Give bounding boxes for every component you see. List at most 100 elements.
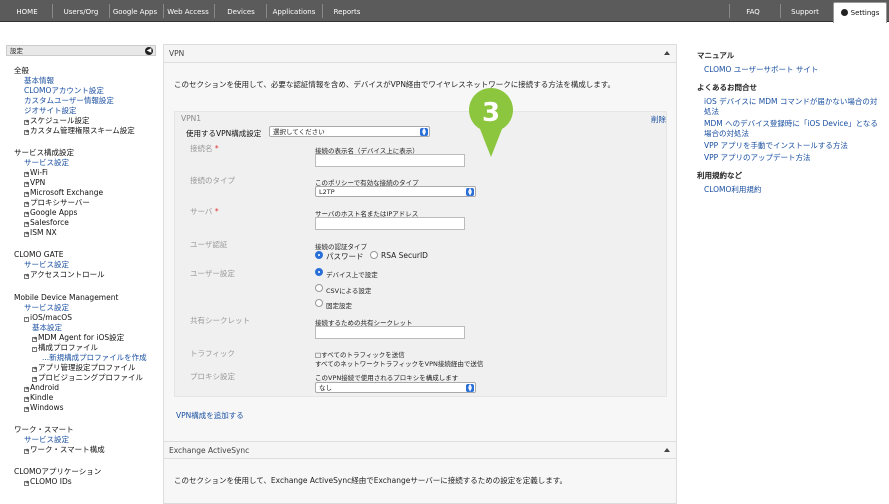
sidebar-item-kindle[interactable]: +Kindle <box>24 393 53 402</box>
auth-hint: 接続の認証タイプ <box>315 243 367 251</box>
sidebar-item-access-control[interactable]: +アクセスコントロール <box>24 270 105 279</box>
faq-link-ios-device-cont[interactable]: 場合の対処法 <box>704 128 749 139</box>
nav-settings-tab[interactable]: Settings <box>833 2 887 23</box>
select-arrow-icon: ▲ ▼ <box>466 188 474 197</box>
faq-link-mdm-command-cont[interactable]: 処法 <box>704 106 719 117</box>
nav-google-apps[interactable]: Google Apps <box>112 0 158 22</box>
auth-label: ユーザ認証 <box>190 240 228 249</box>
user-fixed-radio[interactable] <box>315 299 323 307</box>
exchange-description: このセクションを使用して、Exchange ActiveSync経由でExcha… <box>174 476 568 485</box>
sidebar-item-custom-user-info[interactable]: カスタムユーザー情報設定 <box>24 96 114 105</box>
proxy-hint: このVPN接続で使用されるプロキシを構成します <box>315 374 459 382</box>
terms-link[interactable]: CLOMO利用規約 <box>704 184 761 195</box>
faq-link-vpp-install[interactable]: VPP アプリを手動でインストールする方法 <box>704 140 848 151</box>
select-arrow-icon: ▲ ▼ <box>466 384 474 393</box>
sidebar-item-provisioning[interactable]: +プロビジョニングプロファイル <box>32 373 143 382</box>
sidebar-item-basic-info[interactable]: 基本情報 <box>24 76 54 85</box>
nav-faq[interactable]: FAQ <box>734 0 772 22</box>
sidebar-item-label: CLOMO IDs <box>30 477 72 486</box>
sidebar-item-label: VPN <box>30 178 46 187</box>
sidebar-item-mdm-service[interactable]: サービス設定 <box>24 303 69 312</box>
nav-reports[interactable]: Reports <box>326 0 368 22</box>
user-fixed-label: 固定設定 <box>326 302 352 310</box>
expand-icon[interactable]: + <box>24 397 29 402</box>
conn-type-select[interactable]: L2TP ▲ ▼ <box>315 186 476 197</box>
add-vpn-link[interactable]: VPN構成を追加する <box>176 410 244 421</box>
nav-users-org[interactable]: Users/Org <box>57 0 105 22</box>
expand-icon[interactable]: + <box>24 192 29 197</box>
auth-password-radio[interactable] <box>315 251 323 259</box>
conn-type-label: 接続のタイプ <box>190 176 235 185</box>
vpn-section-header[interactable]: VPN <box>164 45 676 63</box>
user-csv-radio[interactable] <box>315 284 323 292</box>
faq-link-vpp-update[interactable]: VPP アプリのアップデート方法 <box>704 152 811 163</box>
delete-link[interactable]: 削除 <box>651 114 666 125</box>
sidebar-item-worksmart-service[interactable]: サービス設定 <box>24 435 69 444</box>
secret-input[interactable] <box>315 326 465 339</box>
sidebar-item-vpn[interactable]: +VPN <box>24 178 45 187</box>
sidebar-item-mdm-agent[interactable]: +MDM Agent for iOS設定 <box>32 333 124 342</box>
server-input[interactable] <box>315 217 465 230</box>
expand-icon[interactable]: + <box>32 377 37 382</box>
manual-link[interactable]: CLOMO ユーザーサポート サイト <box>704 64 818 75</box>
expand-icon[interactable]: + <box>24 130 29 135</box>
expand-icon[interactable]: + <box>24 212 29 217</box>
nav-applications[interactable]: Applications <box>270 0 318 22</box>
expand-icon[interactable]: + <box>24 407 29 412</box>
sidebar-item-exchange[interactable]: +Microsoft Exchange <box>24 188 103 197</box>
expand-icon[interactable]: + <box>24 274 29 279</box>
required-mark: * <box>214 207 219 216</box>
collapse-icon[interactable]: ◀ <box>145 47 153 55</box>
vpn-type-select[interactable]: 選択してください ▲ ▼ <box>269 126 430 137</box>
sidebar-item-proxy[interactable]: +プロキシサーバー <box>24 198 90 207</box>
conn-name-input[interactable] <box>315 154 465 167</box>
sidebar-item-clomo-ids[interactable]: +CLOMO IDs <box>24 477 72 486</box>
collapse-arrow-icon[interactable] <box>664 51 670 55</box>
expand-icon[interactable]: + <box>24 222 29 227</box>
expand-icon[interactable]: + <box>24 232 29 237</box>
sidebar-item-clomo-account[interactable]: CLOMOアカウント設定 <box>24 86 104 95</box>
sidebar-item-windows[interactable]: +Windows <box>24 403 63 412</box>
expand-icon[interactable]: + <box>24 182 29 187</box>
sidebar-item-ism-nx[interactable]: +ISM NX <box>24 228 57 237</box>
sidebar-item-wifi[interactable]: +Wi-Fi <box>24 168 48 177</box>
collapse-icon[interactable]: - <box>32 347 37 352</box>
auth-rsa-radio[interactable] <box>370 251 378 259</box>
expand-icon[interactable]: + <box>24 172 29 177</box>
sidebar-item-service-settings[interactable]: サービス設定 <box>24 158 69 167</box>
sidebar-item-worksmart-config[interactable]: +ワーク・スマート構成 <box>24 445 105 454</box>
sidebar-item-custom-permission[interactable]: +カスタム管理権限スキーム設定 <box>24 126 135 135</box>
traffic-label: トラフィック <box>190 349 235 358</box>
faq-link-mdm-command[interactable]: iOS デバイスに MDM コマンドが届かない場合の対 <box>704 96 877 107</box>
sidebar-item-basic-settings[interactable]: 基本設定 <box>32 323 62 332</box>
user-device-radio[interactable] <box>315 268 323 276</box>
sidebar-item-label: Windows <box>30 403 64 412</box>
nav-support[interactable]: Support <box>784 0 826 22</box>
expand-icon[interactable]: + <box>24 120 29 125</box>
expand-icon[interactable]: + <box>32 367 37 372</box>
expand-icon[interactable]: + <box>24 387 29 392</box>
sidebar-item-gate-service[interactable]: サービス設定 <box>24 260 69 269</box>
sidebar-item-app-management[interactable]: +アプリ管理設定プロファイル <box>32 363 136 372</box>
sidebar-item-label: Wi-Fi <box>30 168 48 177</box>
sidebar-item-config-profile[interactable]: - 構成プロファイル <box>32 343 98 352</box>
expand-icon[interactable]: + <box>24 449 29 454</box>
sidebar-item-android[interactable]: +Android <box>24 383 59 392</box>
sidebar-item-schedule[interactable]: +スケジュール設定 <box>24 116 89 125</box>
nav-home[interactable]: HOME <box>6 0 48 22</box>
exchange-section-header[interactable]: Exchange ActiveSync <box>164 441 676 459</box>
sidebar-item-ios-macos[interactable]: - iOS/macOS <box>24 313 72 322</box>
nav-web-access[interactable]: Web Access <box>166 0 210 22</box>
sidebar-item-geosite[interactable]: ジオサイト設定 <box>24 106 77 115</box>
expand-icon[interactable]: + <box>24 481 29 486</box>
sidebar-item-new-profile[interactable]: ...新規構成プロファイルを作成 <box>42 353 147 362</box>
sidebar-item-google-apps[interactable]: +Google Apps <box>24 208 77 217</box>
expand-icon[interactable]: + <box>24 202 29 207</box>
group-gate-title: CLOMO GATE <box>14 250 64 259</box>
proxy-select[interactable]: なし ▲ ▼ <box>315 382 476 393</box>
sidebar-item-salesforce[interactable]: +Salesforce <box>24 218 69 227</box>
expand-icon[interactable]: + <box>32 337 37 342</box>
collapse-icon[interactable]: - <box>24 317 29 322</box>
nav-devices[interactable]: Devices <box>220 0 262 22</box>
collapse-arrow-icon[interactable] <box>664 448 670 452</box>
